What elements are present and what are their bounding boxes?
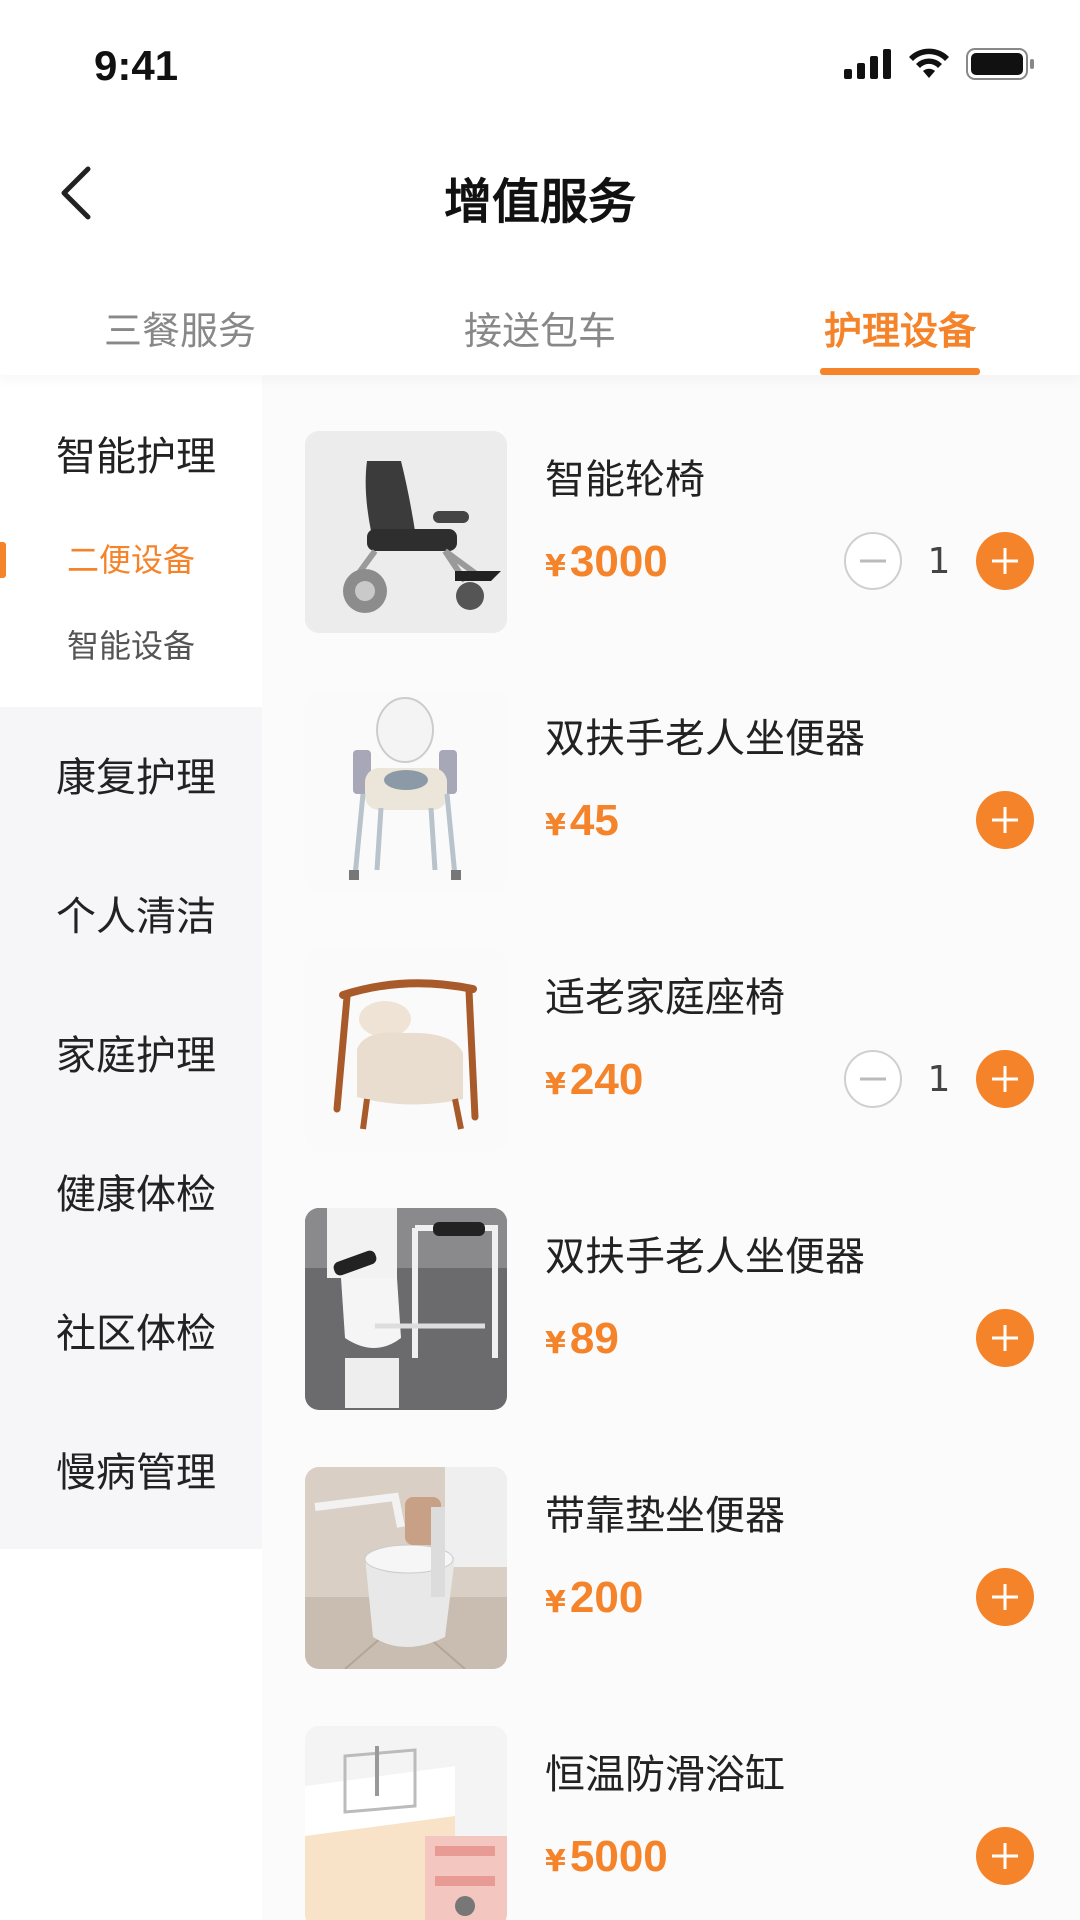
quantity-stepper (976, 790, 1034, 850)
product-name: 适老家庭座椅 (545, 975, 785, 1021)
plus-icon (992, 1584, 1018, 1610)
product-name: 带靠垫坐便器 (545, 1493, 785, 1539)
currency-symbol: ¥ (545, 1585, 566, 1620)
product-card[interactable]: 恒温防滑浴缸 ¥5000 (262, 1670, 1080, 1920)
sidebar-item-health-checkup[interactable]: 健康体检 (0, 1126, 262, 1265)
add-to-cart-button[interactable] (976, 1050, 1034, 1108)
tab-meal-service[interactable]: 三餐服务 (0, 250, 360, 375)
battery-icon (966, 48, 1034, 80)
product-name: 双扶手老人坐便器 (545, 1234, 865, 1280)
product-name: 智能轮椅 (545, 457, 705, 503)
tab-transport[interactable]: 接送包车 (360, 250, 720, 375)
currency-symbol: ¥ (545, 549, 566, 584)
plus-icon (992, 1325, 1018, 1351)
cushioned-toilet-image (305, 1467, 507, 1669)
quantity-value: 1 (927, 1058, 951, 1100)
sidebar-item-home-care[interactable]: 家庭护理 (0, 987, 262, 1126)
add-to-cart-button[interactable] (976, 1568, 1034, 1626)
wifi-icon (909, 48, 949, 78)
category-sidebar: 智能护理 二便设备 智能设备 康复护理 个人清洁 家庭护理 健康体检 社区体检 … (0, 375, 262, 1920)
product-price: ¥5000 (545, 1832, 668, 1882)
status-time: 9:41 (94, 42, 179, 89)
product-card[interactable]: 双扶手老人坐便器 ¥45 (262, 634, 1080, 894)
quantity-value: 1 (927, 540, 951, 582)
product-name: 恒温防滑浴缸 (545, 1752, 785, 1798)
price-value: 200 (569, 1573, 644, 1622)
armchair-image (305, 949, 507, 1151)
commode-chair-image (305, 690, 507, 892)
decrease-quantity-button[interactable] (844, 1050, 902, 1108)
add-to-cart-button[interactable] (976, 1827, 1034, 1885)
minus-icon (860, 559, 886, 563)
sidebar-item-community-checkup[interactable]: 社区体检 (0, 1265, 262, 1404)
status-bar: 9:41 (0, 0, 1080, 130)
page-title: 增值服务 (443, 174, 636, 230)
quantity-stepper: 1 (844, 531, 1034, 591)
category-tabs: 三餐服务 接送包车 护理设备 (0, 250, 1080, 375)
sidebar-item-personal-cleaning[interactable]: 个人清洁 (0, 848, 262, 987)
sidebar-item-rehab-care[interactable]: 康复护理 (0, 709, 262, 848)
wheelchair-image (305, 431, 507, 633)
sidebar-group-smart-care[interactable]: 智能护理 (0, 397, 262, 517)
plus-icon (992, 807, 1018, 833)
quantity-stepper (976, 1308, 1034, 1368)
toilet-frame-image (305, 1208, 507, 1410)
nav-header: 增值服务 (0, 130, 1080, 250)
plus-icon (992, 1843, 1018, 1869)
sidebar-subitem-toilet-equipment[interactable]: 二便设备 (0, 517, 262, 603)
product-card[interactable]: 双扶手老人坐便器 ¥89 (262, 1152, 1080, 1412)
add-to-cart-button[interactable] (976, 1309, 1034, 1367)
add-to-cart-button[interactable] (976, 791, 1034, 849)
decrease-quantity-button[interactable] (844, 532, 902, 590)
currency-symbol: ¥ (545, 1844, 566, 1879)
quantity-stepper: 1 (844, 1049, 1034, 1109)
product-price: ¥89 (545, 1314, 619, 1364)
cellular-signal-icon (844, 49, 891, 79)
currency-symbol: ¥ (545, 1067, 566, 1102)
product-price: ¥240 (545, 1055, 643, 1105)
product-card[interactable]: 适老家庭座椅 ¥240 1 (262, 893, 1080, 1153)
bathtub-image (305, 1726, 507, 1920)
add-to-cart-button[interactable] (976, 532, 1034, 590)
quantity-stepper (976, 1826, 1034, 1886)
price-value: 5000 (569, 1832, 668, 1881)
sidebar-other-categories: 康复护理 个人清洁 家庭护理 健康体检 社区体检 慢病管理 (0, 707, 262, 1549)
currency-symbol: ¥ (545, 808, 566, 843)
status-icons (844, 44, 1036, 84)
plus-icon (992, 548, 1018, 574)
product-price: ¥3000 (545, 537, 668, 587)
plus-icon (992, 1066, 1018, 1092)
tab-care-equipment[interactable]: 护理设备 (720, 250, 1080, 375)
price-value: 3000 (569, 537, 668, 586)
quantity-stepper (976, 1567, 1034, 1627)
product-card[interactable]: 智能轮椅 ¥3000 1 (262, 375, 1080, 635)
product-list: 智能轮椅 ¥3000 1 双扶手老人坐便器 ¥45 适老家庭座椅 ¥240 1 … (262, 375, 1080, 1920)
sidebar-subitem-smart-equipment[interactable]: 智能设备 (0, 603, 262, 689)
price-value: 240 (569, 1055, 644, 1104)
price-value: 89 (569, 1314, 619, 1363)
currency-symbol: ¥ (545, 1326, 566, 1361)
product-card[interactable]: 带靠垫坐便器 ¥200 (262, 1411, 1080, 1671)
product-price: ¥200 (545, 1573, 643, 1623)
price-value: 45 (569, 796, 619, 845)
sidebar-item-chronic-disease[interactable]: 慢病管理 (0, 1404, 262, 1543)
minus-icon (860, 1077, 886, 1081)
product-price: ¥45 (545, 796, 619, 846)
product-name: 双扶手老人坐便器 (545, 716, 865, 762)
